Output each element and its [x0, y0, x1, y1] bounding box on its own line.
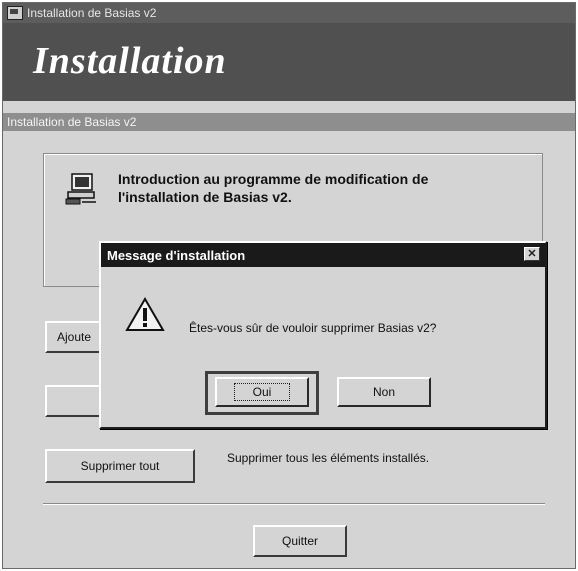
intro-text-line1: Introduction au programme de modificatio… — [118, 171, 429, 187]
dialog-message: Êtes-vous sûr de vouloir supprimer Basia… — [189, 321, 437, 335]
intro-text-line2: l'installation de Basias v2. — [118, 189, 292, 205]
window-title: Installation de Basias v2 — [27, 6, 157, 20]
yes-button[interactable]: Oui — [215, 377, 309, 407]
close-icon[interactable]: ✕ — [524, 247, 540, 261]
dialog-titlebar: Message d'installation ✕ — [101, 243, 545, 267]
window-titlebar: Installation de Basias v2 — [3, 3, 575, 23]
remove-all-description: Supprimer tous les éléments installés. — [227, 451, 430, 465]
remove-all-button-label: Supprimer tout — [80, 459, 160, 473]
yes-button-label: Oui — [233, 383, 291, 401]
app-icon — [7, 6, 23, 20]
header-banner: Installation — [3, 23, 575, 101]
confirm-dialog: Message d'installation ✕ Êtes-vous sûr d… — [99, 241, 547, 429]
section-bar: Installation de Basias v2 — [3, 113, 575, 131]
add-button-label: Ajoute — [57, 330, 92, 344]
quit-button-label: Quitter — [281, 534, 318, 548]
intro-text: Introduction au programme de modificatio… — [118, 170, 518, 206]
section-label: Installation de Basias v2 — [7, 115, 137, 129]
banner-title: Installation — [33, 40, 227, 82]
computer-setup-icon — [65, 173, 96, 205]
no-button[interactable]: Non — [337, 377, 431, 407]
quit-button[interactable]: Quitter — [253, 525, 347, 557]
installer-window: Installation de Basias v2 Installation I… — [2, 2, 576, 569]
dialog-title: Message d'installation — [107, 247, 246, 263]
no-button-label: Non — [372, 385, 395, 399]
separator — [43, 503, 545, 505]
warning-icon — [125, 297, 165, 331]
remove-all-button[interactable]: Supprimer tout — [45, 449, 195, 483]
